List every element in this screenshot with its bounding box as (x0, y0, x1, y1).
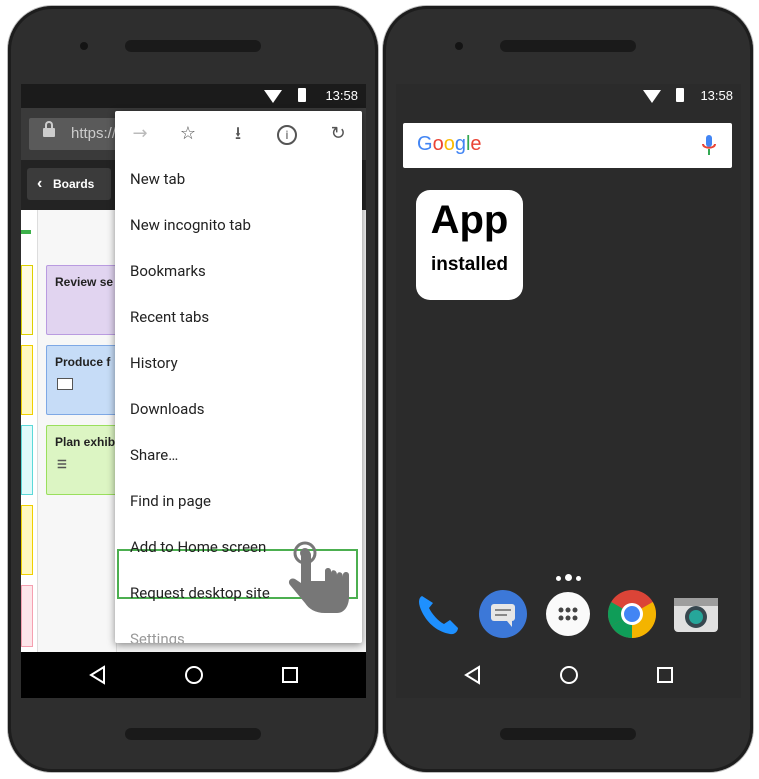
lock-icon (43, 121, 55, 137)
column-indicator (21, 230, 31, 234)
board-column (21, 210, 38, 652)
status-bar: 13:58 (396, 84, 741, 108)
chevron-left-icon: ‹ (37, 175, 43, 192)
front-camera (455, 42, 463, 50)
back-icon[interactable] (462, 664, 484, 686)
card-edge (21, 425, 33, 495)
bookmark-star-icon[interactable]: ☆ (177, 123, 199, 145)
board-column: Review se Produce f Plan exhib ☰ (38, 210, 138, 652)
menu-item-recent-tabs[interactable]: Recent tabs (130, 308, 209, 326)
card-edge (21, 585, 33, 647)
refresh-icon[interactable]: ↻ (327, 123, 349, 145)
menu-item-history[interactable]: History (130, 354, 178, 372)
card-edge (21, 265, 33, 335)
installed-app-icon[interactable]: App installed (416, 190, 523, 300)
tap-hand-icon (288, 541, 349, 613)
right-screen: 13:58 Google App installed (396, 84, 741, 698)
menu-item-request-desktop-site[interactable]: Request desktop site (130, 584, 270, 602)
status-time: 13:58 (700, 88, 733, 103)
battery-icon (298, 88, 306, 102)
earpiece-speaker (500, 40, 636, 52)
front-camera (80, 42, 88, 50)
right-phone: 13:58 Google App installed (383, 6, 753, 772)
camera-icon[interactable] (672, 590, 720, 638)
url-text: https:// (71, 125, 117, 142)
page-indicator (554, 566, 583, 585)
nav-bar (396, 652, 741, 698)
card-title: Review se (55, 275, 114, 289)
recents-icon[interactable] (654, 664, 676, 686)
apps-drawer-icon[interactable] (544, 590, 592, 638)
nav-bar (21, 652, 366, 698)
menu-item-bookmarks[interactable]: Bookmarks (130, 262, 206, 280)
google-search-bar[interactable]: Google (403, 123, 732, 168)
menu-item-find-in-page[interactable]: Find in page (130, 492, 211, 510)
menu-item-new-tab[interactable]: New tab (130, 170, 185, 188)
menu-toolbar: → ☆ ⭳ i ↻ (115, 111, 362, 157)
wifi-icon (643, 90, 661, 103)
battery-icon (676, 88, 684, 102)
card-edge (21, 505, 33, 575)
home-icon[interactable] (183, 664, 205, 686)
earpiece-speaker (125, 40, 261, 52)
chrome-icon[interactable] (608, 590, 656, 638)
left-phone: 13:58 https:// ‹ Boards Review se Produc… (8, 6, 378, 772)
menu-item-downloads[interactable]: Downloads (130, 400, 205, 418)
messages-icon[interactable] (479, 590, 527, 638)
boards-label: Boards (53, 177, 95, 191)
google-logo: Google (417, 133, 482, 155)
recents-icon[interactable] (279, 664, 301, 686)
download-icon[interactable]: ⭳ (227, 123, 249, 145)
status-bar: 13:58 (21, 84, 366, 108)
wifi-icon (264, 90, 282, 103)
card-title: Produce f (55, 355, 111, 369)
menu-item-new-incognito-tab[interactable]: New incognito tab (130, 216, 251, 234)
app-icon-line2: installed (430, 254, 509, 275)
menu-item-settings[interactable]: Settings (130, 630, 185, 643)
card-edge (21, 345, 33, 415)
menu-item-add-to-home-screen[interactable]: Add to Home screen (130, 538, 266, 556)
phone-icon[interactable] (414, 590, 462, 638)
home-icon[interactable] (558, 664, 580, 686)
microphone-icon[interactable] (702, 135, 716, 157)
menu-item-share[interactable]: Share… (130, 446, 178, 464)
bottom-speaker (500, 728, 636, 740)
info-icon[interactable]: i (277, 125, 297, 145)
back-icon[interactable] (87, 664, 109, 686)
boards-button[interactable]: ‹ Boards (27, 168, 111, 200)
left-screen: 13:58 https:// ‹ Boards Review se Produc… (21, 84, 366, 698)
checklist-icon: ☰ (57, 459, 67, 471)
app-icon-line1: App (430, 198, 509, 242)
forward-icon[interactable]: → (129, 123, 151, 145)
status-time: 13:58 (325, 88, 358, 103)
comment-icon (57, 378, 73, 390)
card-title: Plan exhib (55, 435, 116, 449)
bottom-speaker (125, 728, 261, 740)
chrome-overflow-menu: → ☆ ⭳ i ↻ New tab New incognito tab Book… (115, 111, 362, 643)
